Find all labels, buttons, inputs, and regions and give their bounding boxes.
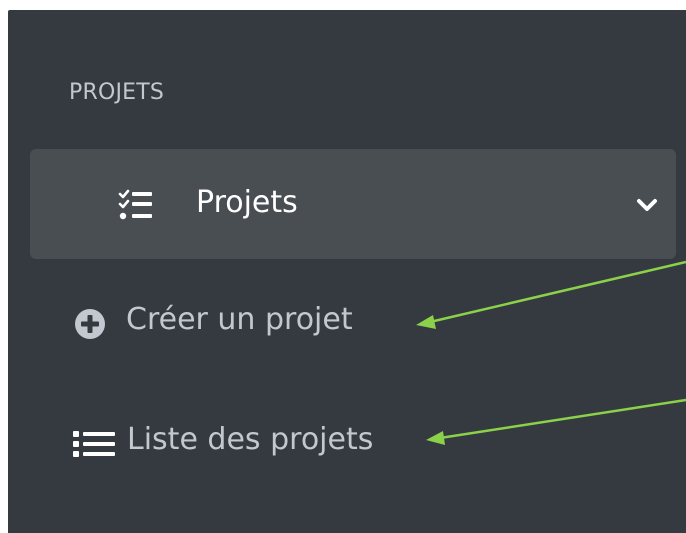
sidebar-item-label: Liste des projets — [127, 422, 374, 457]
list-icon — [73, 430, 117, 458]
sidebar-item-label: Projets — [196, 185, 298, 220]
sidebar-item-label: Créer un projet — [126, 302, 353, 337]
chevron-down-icon — [635, 196, 659, 214]
sidebar-item-projets[interactable]: Projets — [30, 149, 676, 259]
sidebar-section-header: PROJETS — [69, 80, 165, 105]
sidebar-item-creer-projet[interactable]: Créer un projet — [74, 300, 414, 346]
sidebar-item-liste-projets[interactable]: Liste des projets — [73, 420, 433, 466]
tasks-icon — [116, 189, 154, 221]
screenshot-frame: PROJETS Projets Créer un projet Liste de… — [0, 0, 686, 533]
plus-circle-icon — [74, 308, 106, 340]
